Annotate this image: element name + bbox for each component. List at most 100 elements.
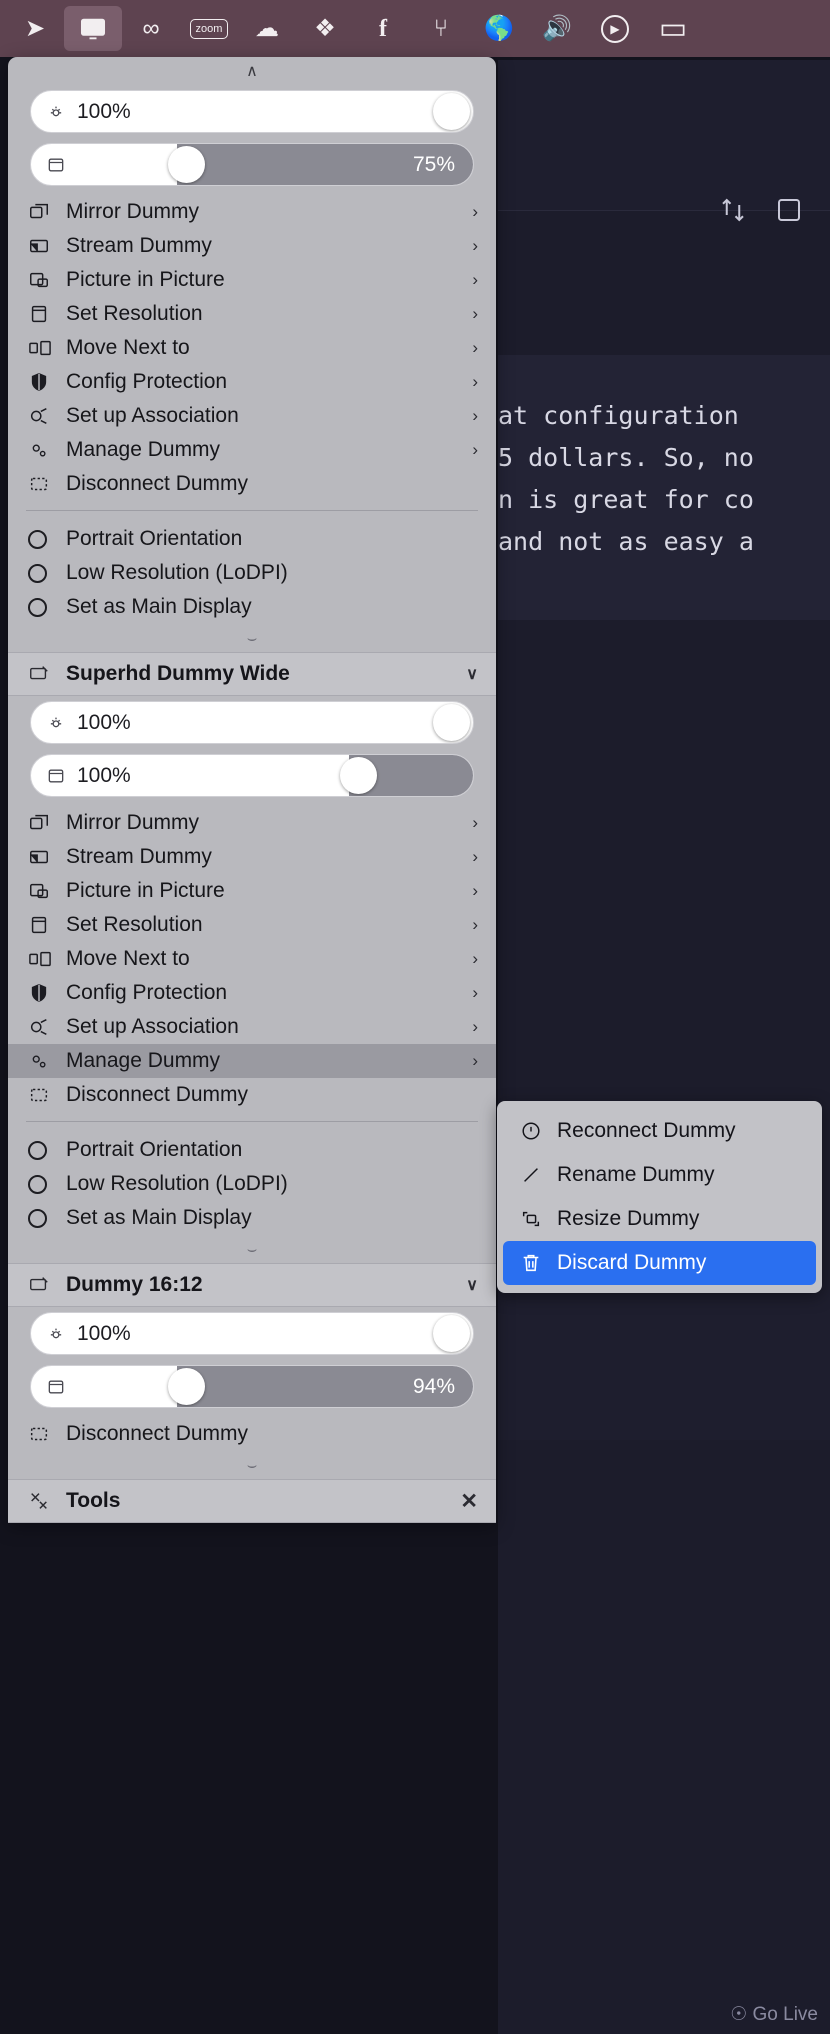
- display-box-icon: [45, 1376, 67, 1398]
- submenu-label: Reconnect Dummy: [557, 1119, 736, 1142]
- meta-icon[interactable]: ∞: [122, 6, 180, 51]
- close-icon[interactable]: ✕: [460, 1489, 478, 1514]
- submenu-label: Resize Dummy: [557, 1207, 700, 1230]
- display-tag-icon: [28, 1274, 58, 1296]
- display3-expand-chevron[interactable]: ⌣: [8, 1453, 496, 1479]
- pip-icon: [28, 880, 58, 902]
- menu-item-picture-in-picture[interactable]: Picture in Picture ›: [8, 263, 496, 297]
- menu-item-mirror-dummy[interactable]: Mirror Dummy ›: [8, 806, 496, 840]
- menu-item-disconnect-dummy[interactable]: Disconnect Dummy: [8, 1417, 496, 1451]
- display1-volume-slider[interactable]: 75%: [8, 138, 496, 191]
- submenu-item-resize-dummy[interactable]: Resize Dummy: [503, 1197, 816, 1241]
- menu-label: Set up Association: [66, 1015, 239, 1038]
- menu-label: Portrait Orientation: [66, 1138, 243, 1161]
- menu-item-set-resolution[interactable]: Set Resolution ›: [8, 908, 496, 942]
- menu-item-set-up-association[interactable]: Set up Association ›: [8, 1010, 496, 1044]
- menu-item-set-resolution[interactable]: Set Resolution ›: [8, 297, 496, 331]
- move-next-icon: [28, 948, 58, 970]
- new-window-icon[interactable]: [774, 195, 804, 225]
- display2-brightness-value: 100%: [77, 710, 131, 734]
- bitbucket-icon[interactable]: ⑂: [412, 6, 470, 51]
- facebook-icon[interactable]: f: [354, 6, 412, 51]
- radio-circle-icon: [28, 529, 58, 549]
- menu-item-picture-in-picture[interactable]: Picture in Picture ›: [8, 874, 496, 908]
- menu-item-manage-dummy[interactable]: Manage Dummy ›: [8, 433, 496, 467]
- chevron-right-icon: ›: [472, 847, 478, 866]
- menu-item-move-next-to[interactable]: Move Next to ›: [8, 942, 496, 976]
- zoom-icon[interactable]: zoom: [180, 6, 238, 51]
- menu-item-move-next-to[interactable]: Move Next to ›: [8, 331, 496, 365]
- submenu-item-rename-dummy[interactable]: Rename Dummy: [503, 1153, 816, 1197]
- menu-item-config-protection[interactable]: Config Protection ›: [8, 976, 496, 1010]
- location-arrow-icon[interactable]: ➤: [6, 6, 64, 51]
- menu-label: Low Resolution (LoDPI): [66, 1172, 288, 1195]
- menu-label: Mirror Dummy: [66, 811, 199, 834]
- display2-volume-value: 100%: [77, 763, 131, 787]
- cloud-icon[interactable]: ☁: [238, 6, 296, 51]
- display3-title: Dummy 16:12: [66, 1273, 203, 1296]
- radio-low-resolution[interactable]: Low Resolution (LoDPI): [8, 556, 496, 590]
- chevron-down-icon[interactable]: ∨: [466, 1275, 478, 1295]
- volume-icon[interactable]: 🔊: [528, 6, 586, 51]
- display2-radio-list: Portrait Orientation Low Resolution (LoD…: [8, 1129, 496, 1237]
- menu-label: Config Protection: [66, 370, 228, 393]
- panel-collapse-chevron[interactable]: ∧: [8, 57, 496, 85]
- split-editor-icon[interactable]: [718, 195, 748, 225]
- display2-title: Superhd Dummy Wide: [66, 662, 290, 685]
- radio-set-as-main-display[interactable]: Set as Main Display: [8, 590, 496, 624]
- menu-label: Move Next to: [66, 336, 190, 359]
- chevron-down-icon[interactable]: ∨: [466, 664, 478, 684]
- play-circle-icon[interactable]: ▶: [586, 6, 644, 51]
- radio-portrait-orientation[interactable]: Portrait Orientation: [8, 1133, 496, 1167]
- chevron-right-icon: ›: [472, 813, 478, 832]
- menu-item-mirror-dummy[interactable]: Mirror Dummy ›: [8, 195, 496, 229]
- globe-lock-icon[interactable]: 🌎: [470, 6, 528, 51]
- pip-icon: [28, 269, 58, 291]
- menu-item-stream-dummy[interactable]: Stream Dummy ›: [8, 840, 496, 874]
- radio-portrait-orientation[interactable]: Portrait Orientation: [8, 522, 496, 556]
- display2-brightness-slider[interactable]: 100%: [8, 696, 496, 749]
- display1-radio-list: Portrait Orientation Low Resolution (LoD…: [8, 518, 496, 626]
- chevron-right-icon: ›: [472, 304, 478, 323]
- menu-item-disconnect-dummy[interactable]: Disconnect Dummy: [8, 467, 496, 501]
- dropbox-icon[interactable]: ❖: [296, 6, 354, 51]
- radio-low-resolution[interactable]: Low Resolution (LoDPI): [8, 1167, 496, 1201]
- chevron-right-icon: ›: [472, 440, 478, 459]
- submenu-item-discard-dummy[interactable]: Discard Dummy: [503, 1241, 816, 1285]
- brightness-icon: [45, 101, 67, 123]
- display2-volume-slider[interactable]: 100%: [8, 749, 496, 802]
- menu-label: Disconnect Dummy: [66, 472, 249, 495]
- display3-volume-slider[interactable]: 94%: [8, 1360, 496, 1413]
- display1-expand-chevron[interactable]: ⌣: [8, 626, 496, 652]
- editor-toolbar: [498, 60, 830, 211]
- menu-label: Set Resolution: [66, 913, 203, 936]
- display2-header[interactable]: Superhd Dummy Wide ∨: [8, 652, 496, 696]
- display-box-icon: [45, 154, 67, 176]
- menu-item-config-protection[interactable]: Config Protection ›: [8, 365, 496, 399]
- tools-title: Tools: [66, 1489, 121, 1512]
- chevron-right-icon: ›: [472, 1017, 478, 1036]
- move-next-icon: [28, 337, 58, 359]
- disconnect-icon: [28, 473, 58, 495]
- tools-section-header[interactable]: Tools ✕: [8, 1479, 496, 1523]
- resize-icon: [517, 1208, 545, 1230]
- display-icon[interactable]: [64, 6, 122, 51]
- menu-item-set-up-association[interactable]: Set up Association ›: [8, 399, 496, 433]
- submenu-item-reconnect-dummy[interactable]: Reconnect Dummy: [503, 1109, 816, 1153]
- menu-item-manage-dummy[interactable]: Manage Dummy ›: [8, 1044, 496, 1078]
- brightness-icon: [45, 1323, 67, 1345]
- display3-header[interactable]: Dummy 16:12 ∨: [8, 1263, 496, 1307]
- menu-item-stream-dummy[interactable]: Stream Dummy ›: [8, 229, 496, 263]
- menu-item-disconnect-dummy[interactable]: Disconnect Dummy: [8, 1078, 496, 1112]
- go-live-status[interactable]: ☉ Go Live: [730, 2003, 818, 2026]
- display1-brightness-slider[interactable]: 100%: [8, 85, 496, 138]
- menu-label: Move Next to: [66, 947, 190, 970]
- menu-label: Stream Dummy: [66, 234, 212, 257]
- radio-set-as-main-display[interactable]: Set as Main Display: [8, 1201, 496, 1235]
- display3-brightness-slider[interactable]: 100%: [8, 1307, 496, 1360]
- battery-icon[interactable]: ▭: [644, 6, 702, 51]
- mirror-icon: [28, 812, 58, 834]
- display2-expand-chevron[interactable]: ⌣: [8, 1237, 496, 1263]
- menu-label: Picture in Picture: [66, 879, 225, 902]
- display3-menu-list: Disconnect Dummy: [8, 1413, 496, 1453]
